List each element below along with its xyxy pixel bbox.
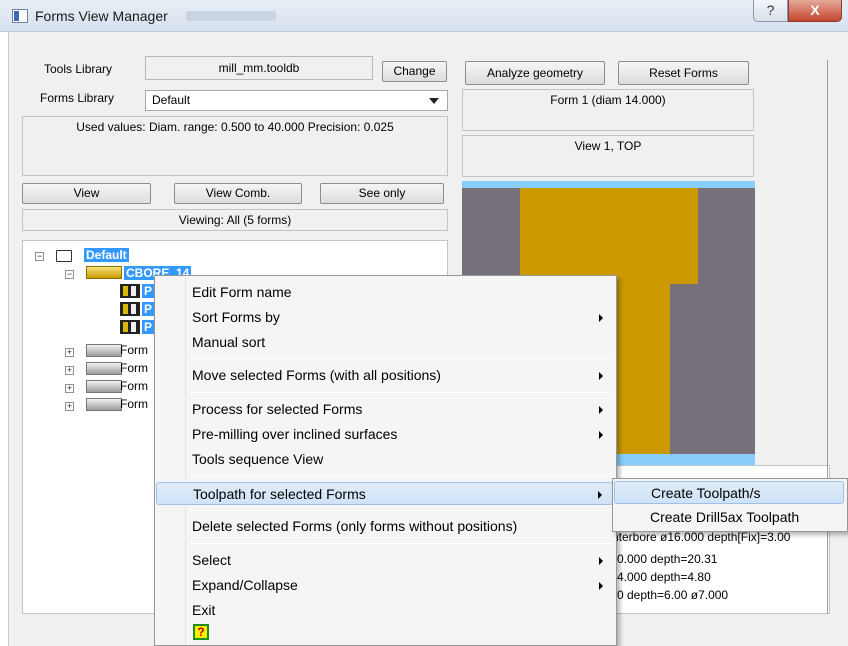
change-button[interactable]: Change	[382, 61, 447, 82]
tree-position-3[interactable]: P	[142, 320, 155, 334]
menu-separator	[190, 392, 613, 393]
title-blurred-text	[186, 11, 276, 21]
menu-item-tools-sequence-view[interactable]: Tools sequence View	[156, 448, 613, 471]
form-gray-icon	[86, 362, 122, 375]
preview-top-strip	[462, 181, 755, 188]
menu-separator	[190, 358, 613, 359]
menu-label: Sort Forms by	[192, 309, 280, 325]
app-window-icon	[12, 9, 28, 23]
menu-label: Pre-milling over inclined surfaces	[192, 426, 398, 442]
info-line: 0.000 depth=20.31	[617, 552, 718, 566]
info-line: 0 depth=6.00 ø7.000	[617, 588, 729, 602]
help-button[interactable]: ?	[753, 0, 788, 22]
expand-icon[interactable]: +	[65, 348, 74, 357]
menu-item-expand-collapse[interactable]: Expand/Collapse	[156, 574, 613, 597]
preview-counterbore	[520, 188, 698, 284]
forms-library-dropdown[interactable]: Default	[145, 90, 448, 111]
menu-item-sort-forms-by[interactable]: Sort Forms by	[156, 306, 613, 329]
menu-label: Tools sequence View	[192, 451, 324, 467]
info-line: nterbore ø16.000 depth[Fix]=3.00	[612, 530, 791, 544]
forms-library-label: Forms Library	[40, 91, 115, 105]
form-gray-icon	[86, 398, 122, 411]
tree-item-form[interactable]: Form	[120, 397, 148, 411]
window-title: Forms View Manager	[35, 8, 168, 24]
tree-position-1[interactable]: P	[142, 284, 155, 298]
tree-item-form[interactable]: Form	[120, 343, 148, 357]
info-line: 4.000 depth=4.80	[617, 570, 711, 584]
submenu-arrow-icon	[599, 372, 603, 380]
used-values-panel: Used values: Diam. range: 0.500 to 40.00…	[22, 116, 448, 176]
position-icon	[120, 284, 140, 298]
menu-item-process-selected-forms[interactable]: Process for selected Forms	[156, 398, 613, 421]
menu-label: Edit Form name	[192, 284, 292, 300]
submenu-arrow-icon	[598, 491, 602, 499]
menu-label: Toolpath for selected Forms	[193, 486, 366, 502]
form-gold-icon	[86, 266, 122, 279]
tools-library-field: mill_mm.tooldb	[145, 56, 373, 80]
menu-item-pre-milling[interactable]: Pre-milling over inclined surfaces	[156, 423, 613, 446]
close-button[interactable]: X	[788, 0, 842, 22]
collapse-icon[interactable]: −	[65, 270, 74, 279]
menu-label: Move selected Forms (with all positions)	[192, 367, 441, 383]
position-icon	[120, 320, 140, 334]
menu-item-edit-form-name[interactable]: Edit Form name	[156, 281, 613, 304]
folder-icon	[56, 250, 72, 262]
menu-separator	[190, 543, 613, 544]
menu-label: Manual sort	[192, 334, 266, 350]
tools-library-label: Tools Library	[44, 62, 113, 76]
tree-position-2[interactable]: P	[142, 302, 155, 316]
submenu-item-create-toolpath[interactable]: Create Toolpath/s	[614, 481, 844, 504]
menu-item-delete-selected-forms[interactable]: Delete selected Forms (only forms withou…	[156, 515, 613, 538]
view-button[interactable]: View	[22, 183, 151, 204]
viewing-status: Viewing: All (5 forms)	[22, 209, 448, 231]
collapse-icon[interactable]: −	[35, 252, 44, 261]
form-title-panel: Form 1 (diam 14.000)	[462, 89, 754, 131]
see-only-button[interactable]: See only	[320, 183, 444, 204]
menu-item-toolpath-selected-forms[interactable]: Toolpath for selected Forms	[156, 482, 613, 505]
menu-label: Process for selected Forms	[192, 401, 363, 417]
submenu-arrow-icon	[599, 314, 603, 322]
submenu-arrow-icon	[599, 557, 603, 565]
view-comb-button[interactable]: View Comb.	[174, 183, 302, 204]
submenu-arrow-icon	[599, 406, 603, 414]
menu-item-select[interactable]: Select	[156, 549, 613, 572]
submenu-arrow-icon	[599, 431, 603, 439]
expand-icon[interactable]: +	[65, 366, 74, 375]
analyze-geometry-button[interactable]: Analyze geometry	[465, 61, 605, 85]
menu-label: Expand/Collapse	[192, 577, 298, 593]
menu-item-move-selected-forms[interactable]: Move selected Forms (with all positions)	[156, 364, 613, 387]
submenu-arrow-icon	[599, 582, 603, 590]
expand-icon[interactable]: +	[65, 384, 74, 393]
submenu-item-create-drill5ax-toolpath[interactable]: Create Drill5ax Toolpath	[614, 506, 844, 529]
position-icon	[120, 302, 140, 316]
menu-label: Exit	[192, 602, 216, 618]
chevron-down-icon	[429, 98, 439, 104]
menu-separator	[190, 476, 613, 477]
form-gray-icon	[86, 344, 122, 357]
view-title-panel: View 1, TOP	[462, 135, 754, 177]
menu-item-exit[interactable]: Exit	[156, 599, 613, 622]
tree-root-default[interactable]: Default	[84, 248, 129, 262]
menu-label: Delete selected Forms (only forms withou…	[192, 518, 518, 534]
help-question-icon[interactable]: ?	[193, 624, 209, 640]
title-bar: Forms View Manager ? X	[0, 0, 848, 32]
expand-icon[interactable]: +	[65, 402, 74, 411]
tree-item-form[interactable]: Form	[120, 379, 148, 393]
form-gray-icon	[86, 380, 122, 393]
tree-item-form[interactable]: Form	[120, 361, 148, 375]
reset-forms-button[interactable]: Reset Forms	[618, 61, 749, 85]
menu-label: Select	[192, 552, 231, 568]
menu-separator	[190, 510, 613, 511]
menu-item-manual-sort[interactable]: Manual sort	[156, 331, 613, 354]
forms-library-selected: Default	[152, 93, 191, 107]
